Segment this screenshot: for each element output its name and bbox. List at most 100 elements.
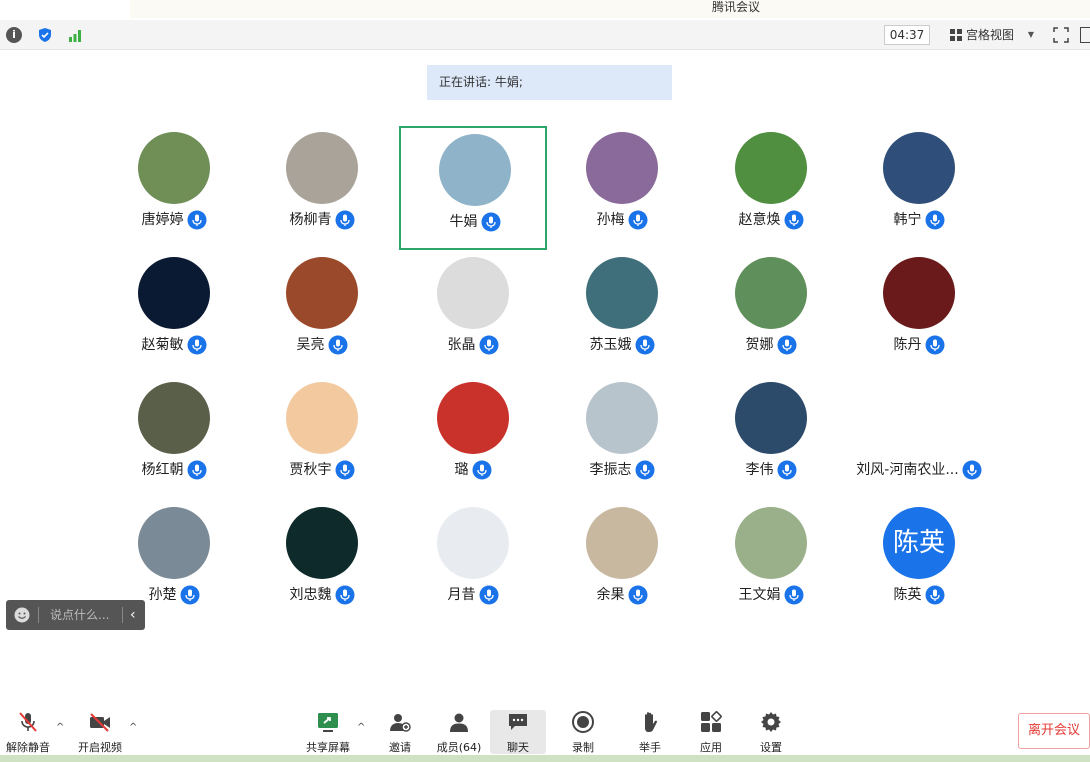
- chevron-up-icon[interactable]: ^: [357, 722, 365, 733]
- chevron-up-icon[interactable]: ^: [129, 722, 137, 733]
- invite-button[interactable]: 邀请: [372, 710, 428, 754]
- participant-tile[interactable]: 余果: [548, 501, 696, 625]
- mic-icon: [481, 212, 500, 232]
- start-video-label: 开启视频: [78, 741, 122, 754]
- window-title: 腾讯会议: [712, 0, 761, 14]
- raise-hand-button[interactable]: 举手: [622, 710, 678, 754]
- participant-tile[interactable]: 赵菊敏: [100, 251, 248, 375]
- avatar: [883, 382, 955, 454]
- leave-meeting-button[interactable]: 离开会议: [1018, 713, 1090, 749]
- emoji-icon[interactable]: [14, 607, 30, 623]
- participant-tile[interactable]: 韩宁: [845, 126, 993, 250]
- avatar: [883, 132, 955, 204]
- participant-name: 璐: [454, 462, 469, 478]
- view-mode-button[interactable]: 宫格视图 ▼: [944, 25, 1040, 45]
- participant-name: 余果: [596, 587, 625, 603]
- participant-name-row: 贺娜: [697, 335, 845, 357]
- participant-name: 吴亮: [296, 337, 325, 353]
- title-strip: [130, 0, 1090, 18]
- taskbar-strip: [0, 755, 1090, 762]
- participant-tile[interactable]: 贺娜: [697, 251, 845, 375]
- members-label: 成员(64): [436, 741, 482, 754]
- participant-tile[interactable]: 张晶: [399, 251, 547, 375]
- participant-tile[interactable]: 孙梅: [548, 126, 696, 250]
- participant-name: 韩宁: [893, 212, 922, 228]
- participant-tile[interactable]: 刘忠魏: [248, 501, 396, 625]
- signal-icon[interactable]: [67, 27, 83, 43]
- meeting-timer: 04:37: [884, 25, 930, 45]
- mic-icon: [777, 460, 796, 480]
- participant-tile[interactable]: 牛娟: [399, 126, 547, 250]
- participant-tile[interactable]: 苏玉娥: [548, 251, 696, 375]
- participant-tile[interactable]: 刘风-河南农业...: [845, 376, 993, 500]
- participant-name: 王文娟: [738, 587, 781, 603]
- mic-icon: [925, 585, 944, 605]
- participant-tile[interactable]: 陈英 陈英: [845, 501, 993, 625]
- participant-name-row: 孙梅: [548, 210, 696, 232]
- view-mode-label: 宫格视图: [966, 28, 1015, 42]
- divider: [38, 607, 39, 623]
- chevron-left-icon[interactable]: ‹: [130, 600, 136, 630]
- mic-icon: [187, 335, 206, 355]
- record-button[interactable]: 录制: [555, 710, 611, 754]
- participant-name-row: 陈英: [845, 585, 993, 607]
- participant-tile[interactable]: 璐: [399, 376, 547, 500]
- participant-name: 杨红朝: [141, 462, 184, 478]
- window-mode-icon[interactable]: [1080, 27, 1090, 43]
- chevron-down-icon: ▼: [1027, 30, 1034, 39]
- participant-tile[interactable]: 杨柳青: [248, 126, 396, 250]
- apps-button[interactable]: 应用: [683, 710, 739, 754]
- participant-tile[interactable]: 贾秋宇: [248, 376, 396, 500]
- grid-view-icon: [950, 29, 962, 41]
- info-icon[interactable]: i: [6, 27, 22, 43]
- participant-name: 唐婷婷: [141, 212, 184, 228]
- share-screen-button[interactable]: 共享屏幕: [300, 710, 356, 754]
- participant-name: 贾秋宇: [289, 462, 332, 478]
- settings-button[interactable]: 设置: [743, 710, 799, 754]
- participant-tile[interactable]: 赵意焕: [697, 126, 845, 250]
- avatar: [586, 382, 658, 454]
- participant-name-row: 贾秋宇: [248, 460, 396, 482]
- avatar: [586, 257, 658, 329]
- chat-input[interactable]: 说点什么...: [50, 600, 109, 630]
- participant-name: 刘风-河南农业...: [856, 462, 959, 478]
- participant-tile[interactable]: 王文娟: [697, 501, 845, 625]
- mic-icon: [187, 460, 206, 480]
- shield-icon[interactable]: [37, 27, 53, 43]
- invite-icon: [390, 714, 411, 732]
- mic-muted-icon: [19, 712, 37, 732]
- unmute-label: 解除静音: [6, 741, 50, 754]
- fullscreen-icon[interactable]: [1053, 27, 1069, 43]
- participant-name: 月昔: [447, 587, 476, 603]
- chat-button[interactable]: 聊天: [490, 710, 546, 754]
- mic-icon: [479, 335, 498, 355]
- participant-name: 赵菊敏: [141, 337, 184, 353]
- video-off-icon: [90, 713, 110, 732]
- gear-icon: [761, 712, 781, 732]
- participant-name: 李伟: [745, 462, 774, 478]
- participant-name: 杨柳青: [289, 212, 332, 228]
- participant-name-row: 月昔: [399, 585, 547, 607]
- invite-label: 邀请: [389, 741, 411, 754]
- participant-tile[interactable]: 月昔: [399, 501, 547, 625]
- participant-tile[interactable]: 唐婷婷: [100, 126, 248, 250]
- unmute-button[interactable]: 解除静音: [0, 710, 56, 754]
- participant-tile[interactable]: 吴亮: [248, 251, 396, 375]
- quick-chat-bar[interactable]: 说点什么... ‹: [6, 600, 145, 630]
- mic-icon: [777, 335, 796, 355]
- start-video-button[interactable]: 开启视频: [72, 710, 128, 754]
- participant-name-row: 唐婷婷: [100, 210, 248, 232]
- participant-tile[interactable]: 李伟: [697, 376, 845, 500]
- participant-name: 孙楚: [148, 587, 177, 603]
- participant-tile[interactable]: 李振志: [548, 376, 696, 500]
- participant-tile[interactable]: 杨红朝: [100, 376, 248, 500]
- record-icon: [572, 711, 594, 733]
- members-button[interactable]: 成员(64): [431, 710, 487, 754]
- participant-tile[interactable]: 陈丹: [845, 251, 993, 375]
- avatar: [286, 132, 358, 204]
- participant-name-row: 刘风-河南农业...: [845, 460, 993, 482]
- chevron-up-icon[interactable]: ^: [56, 722, 64, 733]
- avatar: [437, 507, 509, 579]
- mic-icon: [784, 210, 803, 230]
- avatar: [138, 132, 210, 204]
